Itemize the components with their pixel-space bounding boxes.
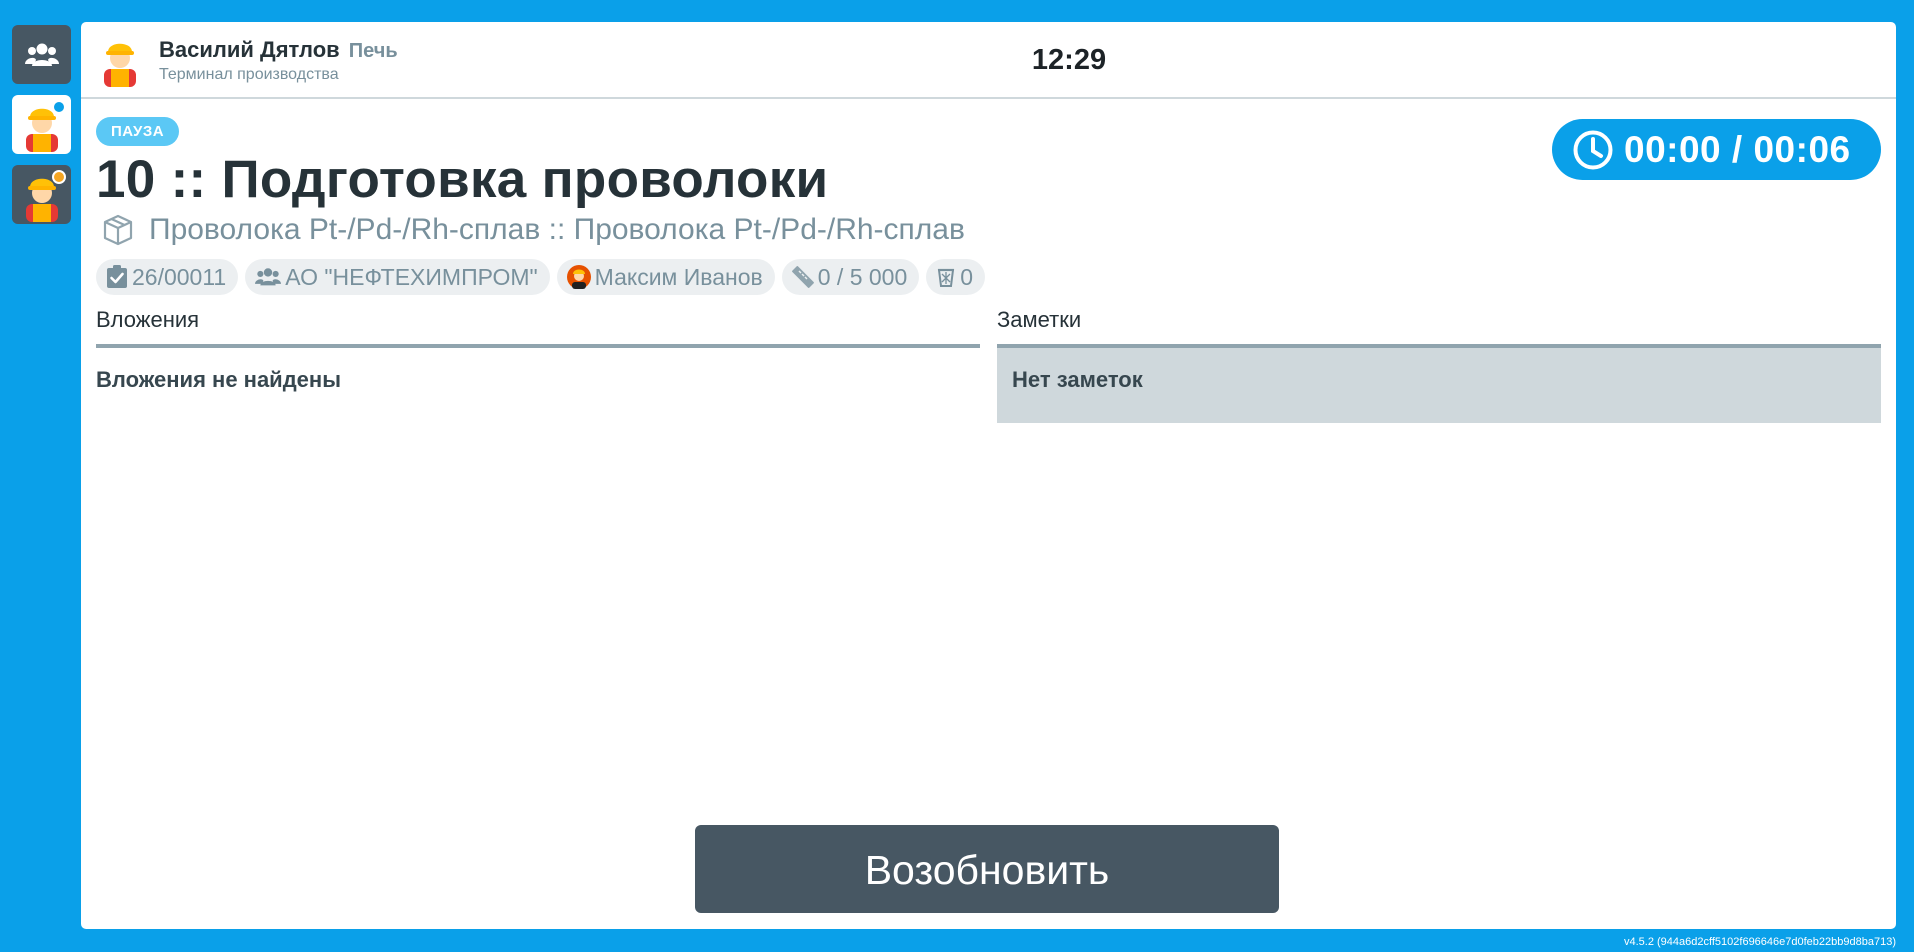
users-icon <box>255 266 282 288</box>
quantity-chip: 0 / 5 000 <box>781 259 920 295</box>
terminal-subtitle: Терминал производства <box>159 66 339 83</box>
operator-chip: Максим Иванов <box>556 259 775 295</box>
waste-basket-icon <box>936 266 956 288</box>
task-info-chips: 26/00011 АО "НЕФТЕХИМПРОМ" Максим Иванов… <box>96 259 992 295</box>
sidebar-item-worker-1[interactable] <box>12 95 71 154</box>
task-title: 10 :: Подготовка проволоки <box>96 150 829 209</box>
quantity-value: 0 / 5 000 <box>817 263 908 290</box>
attachments-empty: Вложения не найдены <box>96 367 341 392</box>
attachments-panel: Вложения Вложения не найдены <box>96 307 980 423</box>
version-label: v4.5.2 (944a6d2cff5102f696646e7d0feb22bb… <box>1624 936 1896 948</box>
operator-name: Максим Иванов <box>594 263 763 290</box>
user-name: Василий Дятлов Печь <box>159 37 398 63</box>
notes-panel: Заметки Нет заметок <box>997 307 1881 423</box>
users-icon <box>24 43 59 66</box>
main-panel: Василий Дятлов Печь Терминал производств… <box>81 22 1896 929</box>
clock: 12:29 <box>1031 44 1107 76</box>
waste-value: 0 <box>960 263 974 290</box>
product-line: Проволока Pt-/Pd-/Rh-сплав :: Проволока … <box>101 213 965 247</box>
sidebar <box>12 25 71 235</box>
notes-empty: Нет заметок <box>997 348 1881 423</box>
clipboard-check-icon <box>106 265 128 289</box>
user-avatar <box>95 33 145 92</box>
notes-title: Заметки <box>997 307 1082 332</box>
operator-avatar-icon <box>566 265 591 289</box>
user-name-text: Василий Дятлов <box>159 37 340 62</box>
sidebar-item-users[interactable] <box>12 25 71 84</box>
customer-chip: АО "НЕФТЕХИМПРОМ" <box>245 259 550 295</box>
task-timer: 00:00 / 00:06 <box>1552 119 1881 180</box>
product-name: Проволока Pt-/Pd-/Rh-сплав :: Проволока … <box>149 213 965 246</box>
waste-chip: 0 <box>926 259 986 295</box>
resume-button[interactable]: Возобновить <box>695 825 1279 913</box>
sidebar-item-worker-2[interactable] <box>12 165 71 224</box>
ruler-icon <box>791 266 814 288</box>
attachments-title: Вложения <box>96 307 200 332</box>
customer-name: АО "НЕФТЕХИМПРОМ" <box>285 263 538 290</box>
station-name: Печь <box>348 40 398 62</box>
status-badge: ПАУЗА <box>96 117 180 146</box>
timer-value: 00:00 / 00:06 <box>1624 128 1851 170</box>
header: Василий Дятлов Печь Терминал производств… <box>81 22 1896 99</box>
order-number: 26/00011 <box>132 263 227 290</box>
worker-avatar-icon <box>104 43 136 87</box>
status-dot <box>52 100 66 114</box>
box-icon <box>103 214 133 246</box>
status-dot <box>52 170 66 184</box>
clock-icon <box>1573 130 1613 169</box>
order-chip: 26/00011 <box>96 259 239 295</box>
